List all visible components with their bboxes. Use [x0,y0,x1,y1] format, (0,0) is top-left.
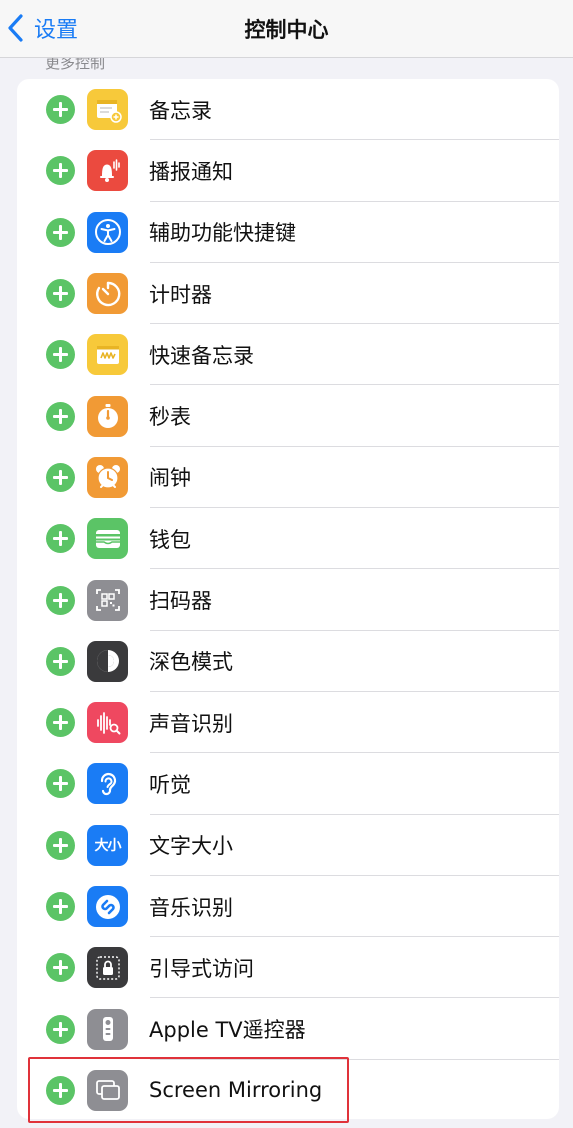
add-button[interactable] [46,1014,75,1044]
list-item-music-recognition: 音乐识别 [17,876,559,938]
list-item-text-size: 大小 文字大小 [17,815,559,877]
add-button[interactable] [46,217,75,247]
list-item-label: 听觉 [149,772,191,797]
list-item-label: 备忘录 [149,98,212,123]
list-item-label: 文字大小 [149,834,233,859]
list-item-label: 快速备忘录 [149,343,254,368]
stopwatch-icon [87,395,128,437]
list-item-label: 音乐识别 [149,895,233,920]
list-item-label: 闹钟 [149,466,191,491]
list-item-label: 计时器 [149,282,212,307]
add-button[interactable] [46,340,75,370]
list-item-label: 钱包 [149,527,191,552]
ear-icon [87,763,128,805]
add-button[interactable] [46,953,75,983]
screen-mirroring-icon [87,1069,128,1111]
text-size-icon: 大小 [87,824,128,866]
text-size-glyph: 大小 [94,838,122,855]
add-button[interactable] [46,279,75,309]
quick-note-icon [87,334,128,376]
list-item-apple-tv-remote: Apple TV遥控器 [17,998,559,1061]
qr-scanner-icon [87,579,128,621]
add-button[interactable] [46,524,75,554]
add-button[interactable] [46,830,75,860]
list-item-label: 辅助功能快捷键 [149,221,296,246]
lock-icon [87,947,128,989]
navigation-bar: 设置 控制中心 [0,0,573,58]
list-item-sound-recognition: 声音识别 [17,692,559,754]
list-item-label: 深色模式 [149,650,233,675]
list-item-alarm: 闹钟 [17,447,559,509]
list-item-code-scanner: 扫码器 [17,569,559,631]
list-item-timer: 计时器 [17,263,559,325]
list-item-announce-notifications: 播报通知 [17,140,559,202]
add-button[interactable] [46,769,75,799]
add-button[interactable] [46,708,75,738]
list-item-screen-mirroring: Screen Mirroring [17,1060,559,1119]
timer-icon [87,273,128,315]
list-item-stopwatch: 秒表 [17,385,559,448]
list-item-label: 引导式访问 [149,956,254,981]
add-button[interactable] [46,95,75,125]
list-item-wallet: 钱包 [17,508,559,570]
bell-wave-icon [87,150,128,192]
add-button[interactable] [46,401,75,431]
dark-mode-icon [87,640,128,682]
list-item-label: 播报通知 [149,159,233,184]
add-button[interactable] [46,585,75,615]
notes-icon [87,89,128,131]
list-item-guided-access: 引导式访问 [17,937,559,999]
list-item-dark-mode: 深色模式 [17,631,559,693]
tv-remote-icon [87,1008,128,1050]
shazam-icon [87,886,128,927]
more-controls-list: 备忘录 播报通知 辅助功能快捷键 计时器 快速备忘录 秒表 闹钟 钱包 扫码器 … [17,79,559,1119]
add-button[interactable] [46,646,75,676]
add-button[interactable] [46,156,75,186]
alarm-clock-icon [87,456,128,498]
list-item-hearing: 听觉 [17,753,559,815]
list-item-label: 声音识别 [149,711,233,736]
list-item-quick-note: 快速备忘录 [17,324,559,386]
accessibility-icon [87,211,128,253]
add-button[interactable] [46,462,75,492]
add-button[interactable] [46,892,75,921]
list-item-label: Screen Mirroring [149,1078,323,1103]
page-title: 控制中心 [244,18,329,42]
list-item-notes: 备忘录 [17,79,559,141]
add-button[interactable] [46,1075,75,1105]
sound-recognition-icon [87,702,128,744]
list-item-label: 秒表 [149,405,191,430]
list-item-accessibility-shortcut: 辅助功能快捷键 [17,202,559,264]
wallet-icon [87,518,128,560]
list-item-label: Apple TV遥控器 [149,1018,306,1043]
list-item-label: 扫码器 [149,589,212,614]
